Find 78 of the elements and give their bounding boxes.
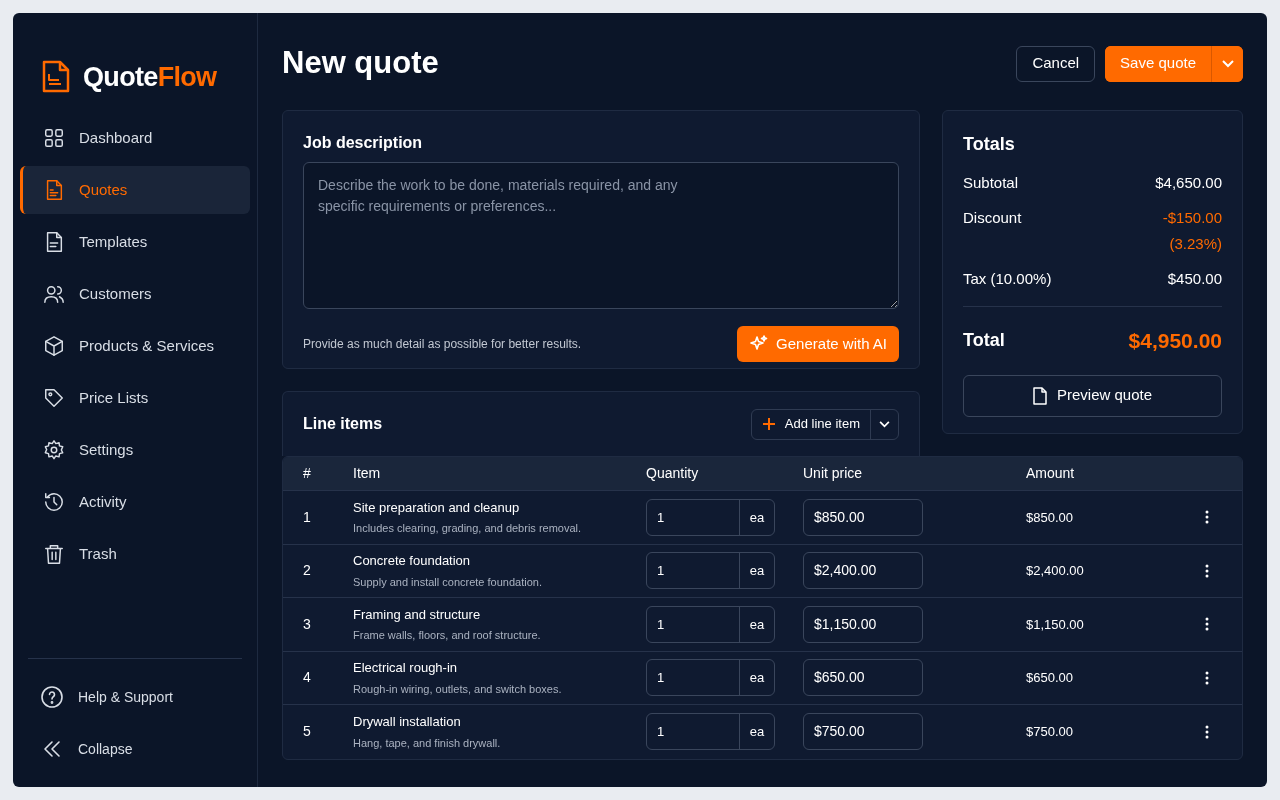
totals-value: -$150.00 — [1162, 207, 1222, 228]
column-header: # — [303, 464, 312, 483]
gear-icon — [43, 439, 65, 461]
amount-cell-text: $850.00 — [1026, 508, 1074, 527]
cancel-button[interactable]: Cancel — [1016, 45, 1096, 82]
total-value: $4,950.00 — [1128, 328, 1222, 354]
discount-percent: (3.23%) — [1169, 234, 1222, 254]
plus-icon — [761, 417, 776, 431]
totals-label: Subtotal — [963, 173, 1019, 193]
item-name: Framing and structure — [353, 605, 482, 624]
quantity-field[interactable]: 1 ea — [646, 498, 775, 536]
brand-logo: QuoteFlow — [83, 60, 217, 94]
sidebar-item[interactable]: Activity — [20, 478, 250, 526]
total-label: Total — [963, 329, 1005, 353]
chevron-down-icon — [1221, 59, 1234, 68]
unit-price-field[interactable]: $2,400.00 — [803, 552, 923, 590]
hint-text: Provide as much detail as possible for better results. — [303, 336, 582, 353]
totals-value: $450.00 — [1167, 268, 1222, 289]
row-number: 3 — [303, 614, 312, 634]
unit-price-field[interactable]: $1,150.00 — [803, 605, 923, 643]
logo-icon — [41, 60, 71, 94]
totals-value: $4,650.00 — [1155, 173, 1222, 193]
collapse-button[interactable]: Collapse — [20, 727, 250, 771]
amount-cell-text: $2,400.00 — [1026, 562, 1085, 580]
page-title: New quote — [282, 44, 439, 83]
sidebar-item[interactable]: Price Lists — [20, 374, 250, 422]
item-name: Electrical rough-in — [353, 659, 459, 678]
item-description: Includes clearing, grading, and debris removal. — [353, 521, 583, 537]
box-icon — [43, 335, 65, 357]
column-header: Amount — [1026, 464, 1076, 483]
sidebar-item[interactable]: Products & Services — [20, 322, 250, 370]
row-number: 2 — [303, 561, 312, 581]
sidebar-item[interactable]: Customers — [20, 270, 250, 318]
users-icon — [43, 283, 65, 305]
trash-icon — [43, 543, 65, 565]
history-icon — [43, 491, 65, 513]
job-description-field[interactable]: Describe the work to be done, materials required, and any specific requirements or preferences... — [303, 162, 899, 309]
item-description: Rough-in wiring, outlets, and switch boxes. — [353, 681, 563, 697]
sidebar-item[interactable]: Trash — [20, 530, 250, 578]
row-number: 1 — [303, 507, 312, 527]
item-description: Frame walls, floors, and roof structure. — [353, 628, 542, 644]
column-header: Item — [353, 464, 382, 483]
preview-quote-button[interactable]: Preview quote — [963, 374, 1222, 417]
help-link[interactable]: Help & Support — [20, 675, 250, 719]
totals-label: Tax (10.00%) — [963, 268, 1052, 289]
section-title: Totals — [963, 133, 1016, 156]
quantity-field[interactable]: 1 ea — [646, 552, 775, 590]
item-description: Supply and install concrete foundation. — [353, 574, 543, 590]
tag-icon — [43, 387, 65, 409]
sidebar-item[interactable]: Quotes — [20, 166, 250, 214]
sidebar-item[interactable]: Dashboard — [20, 114, 250, 162]
item-name: Site preparation and cleanup — [353, 498, 521, 517]
amount-cell-text: $750.00 — [1026, 723, 1074, 741]
quantity-field[interactable]: 1 ea — [646, 713, 775, 751]
column-header: Unit price — [803, 464, 864, 483]
row-number: 5 — [303, 722, 312, 742]
section-title: Job description — [303, 133, 424, 153]
help-icon — [40, 685, 64, 709]
sidebar-item[interactable]: Settings — [20, 426, 250, 474]
item-name: Drywall installation — [353, 713, 462, 732]
chevron-down-icon — [879, 420, 890, 428]
unit-price-field[interactable]: $850.00 — [803, 498, 923, 536]
unit-price-field[interactable]: $750.00 — [803, 713, 923, 751]
sidebar-item[interactable]: Templates — [20, 218, 250, 266]
item-name: Concrete foundation — [353, 552, 472, 571]
quantity-field[interactable]: 1 ea — [646, 659, 775, 697]
quantity-field[interactable]: 1 ea — [646, 605, 775, 643]
item-description: Hang, tape, and finish drywall. — [353, 735, 502, 751]
amount-cell-text: $1,150.00 — [1026, 615, 1085, 634]
row-number: 4 — [303, 668, 312, 688]
grid-icon — [43, 127, 65, 149]
column-header: Quantity — [646, 464, 700, 483]
document-icon — [1032, 386, 1047, 405]
section-title: Line items — [303, 414, 383, 434]
amount-cell-text: $650.00 — [1026, 669, 1074, 687]
totals-label: Discount — [963, 207, 1022, 228]
unit-price-field[interactable]: $650.00 — [803, 659, 923, 697]
save-options-button[interactable] — [1211, 45, 1243, 82]
